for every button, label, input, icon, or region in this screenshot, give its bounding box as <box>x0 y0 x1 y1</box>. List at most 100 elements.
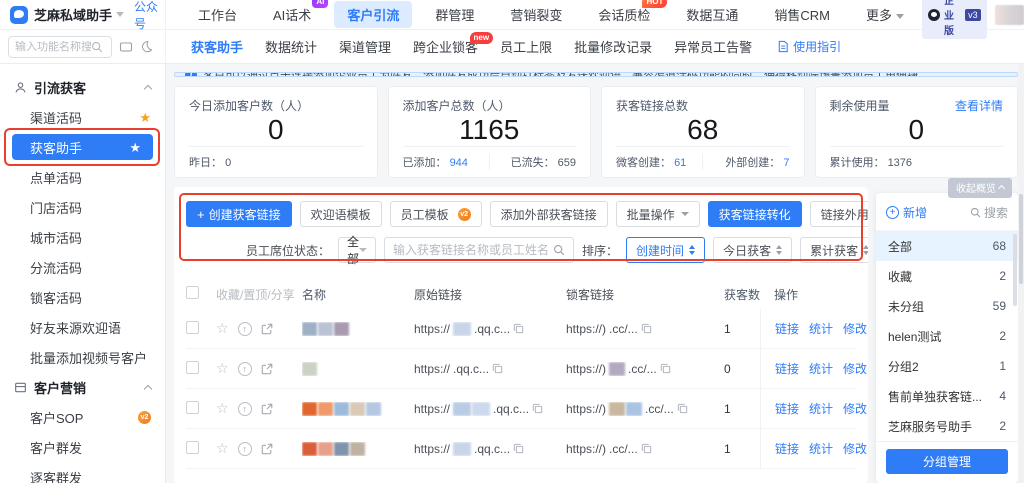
row-checkbox[interactable] <box>186 361 199 374</box>
group-scrollbar-thumb[interactable] <box>1013 234 1017 306</box>
select-all-checkbox[interactable] <box>186 286 199 299</box>
copy-icon[interactable] <box>513 443 524 454</box>
function-search-input[interactable] <box>15 41 91 53</box>
action-修改[interactable]: 修改 <box>843 440 867 457</box>
action-统计[interactable]: 统计 <box>809 360 833 377</box>
tab-数据统计[interactable]: 数据统计 <box>254 37 328 56</box>
pin-top-icon[interactable]: ↑ <box>238 402 252 416</box>
tab-跨企业锁客[interactable]: 跨企业锁客new <box>402 37 489 56</box>
row-checkbox[interactable] <box>186 321 199 334</box>
tab-批量修改记录[interactable]: 批量修改记录 <box>563 37 663 56</box>
sidebar-item-分流活码[interactable]: 分流活码 <box>0 252 165 282</box>
group-item-分组2[interactable]: 分组21 <box>876 351 1018 381</box>
toolbar-button-获客链接转化[interactable]: 获客链接转化 <box>708 201 802 227</box>
group-manage-button[interactable]: 分组管理 <box>886 449 1008 474</box>
scrollbar-thumb[interactable] <box>1019 194 1023 284</box>
account-type-link[interactable]: 公众号 <box>134 0 165 32</box>
tab-获客助手[interactable]: 获客助手 <box>180 37 254 56</box>
stat-footer-value[interactable]: 944 <box>450 157 468 169</box>
group-item-售前单独获客链...[interactable]: 售前单独获客链...4 <box>876 381 1018 411</box>
seat-status-select[interactable]: 全部 <box>338 237 376 263</box>
sidebar-item-城市活码[interactable]: 城市活码 <box>0 222 165 252</box>
group-item-收藏[interactable]: 收藏2 <box>876 261 1018 291</box>
action-统计[interactable]: 统计 <box>809 400 833 417</box>
star-icon[interactable]: ★ <box>129 141 141 154</box>
copy-icon[interactable] <box>532 403 543 414</box>
nav-item-会话质检[interactable]: 会话质检HOT <box>585 1 663 28</box>
search-icon[interactable] <box>91 41 103 53</box>
view-details-link[interactable]: 查看详情 <box>955 97 1003 114</box>
toolbar-button-创建获客链接[interactable]: +创建获客链接 <box>186 201 292 227</box>
moon-icon[interactable] <box>140 40 153 53</box>
window-scrollbar[interactable] <box>1018 64 1024 483</box>
pin-top-icon[interactable]: ↑ <box>238 362 252 376</box>
action-链接[interactable]: 链接 <box>775 400 799 417</box>
sidebar-item-点单活码[interactable]: 点单活码 <box>0 162 165 192</box>
row-checkbox[interactable] <box>186 401 199 414</box>
user-avatar[interactable] <box>995 5 1024 25</box>
sidebar-item-客户群发[interactable]: 客户群发 <box>0 432 165 462</box>
action-链接[interactable]: 链接 <box>775 320 799 337</box>
sidebar-item-渠道活码[interactable]: 渠道活码★ <box>0 102 165 132</box>
action-链接[interactable]: 链接 <box>775 360 799 377</box>
sidebar-section-客户营销[interactable]: 客户营销 <box>0 372 165 402</box>
stat-footer-value[interactable]: 7 <box>783 157 789 169</box>
tab-员工上限[interactable]: 员工上限 <box>489 37 563 56</box>
group-item-全部[interactable]: 全部68 <box>876 231 1018 261</box>
link-search-input[interactable] <box>393 243 548 257</box>
copy-icon[interactable] <box>641 323 652 334</box>
sort-button-累计获客[interactable]: 累计获客 <box>800 237 868 263</box>
nav-item-营销裂变[interactable]: 营销裂变 <box>497 1 575 28</box>
add-group-button[interactable]: + 新增 <box>886 204 927 221</box>
toolbar-button-员工模板[interactable]: 员工模板v2 <box>390 201 482 227</box>
collapse-overview-button[interactable]: 收起概览 <box>948 178 1012 198</box>
sidebar-item-逐客群发[interactable]: 逐客群发 <box>0 462 165 483</box>
stat-footer-value[interactable]: 61 <box>674 157 686 169</box>
group-item-芝麻服务号助手[interactable]: 芝麻服务号助手2 <box>876 411 1018 441</box>
toolbar-button-链接外用[interactable]: 链接外用v2 <box>810 201 868 227</box>
sidebar-item-门店活码[interactable]: 门店活码 <box>0 192 165 222</box>
nav-item-数据互通[interactable]: 数据互通 <box>673 1 751 28</box>
favorite-star-icon[interactable]: ☆ <box>216 320 229 337</box>
tab-异常员工告警[interactable]: 异常员工告警 <box>663 37 763 56</box>
row-checkbox[interactable] <box>186 441 199 454</box>
action-修改[interactable]: 修改 <box>843 360 867 377</box>
copy-icon[interactable] <box>641 443 652 454</box>
sidebar-item-好友来源欢迎语[interactable]: 好友来源欢迎语 <box>0 312 165 342</box>
share-external-icon[interactable] <box>261 323 273 335</box>
nav-item-工作台[interactable]: 工作台 <box>185 1 250 28</box>
nav-item-客户引流[interactable]: 客户引流 <box>334 1 412 28</box>
share-external-icon[interactable] <box>261 403 273 415</box>
share-external-icon[interactable] <box>261 443 273 455</box>
sort-button-今日获客[interactable]: 今日获客 <box>713 237 792 263</box>
toolbar-button-批量操作[interactable]: 批量操作 <box>616 201 700 227</box>
action-统计[interactable]: 统计 <box>809 440 833 457</box>
share-external-icon[interactable] <box>261 363 273 375</box>
group-item-未分组[interactable]: 未分组59 <box>876 291 1018 321</box>
copy-icon[interactable] <box>677 403 688 414</box>
group-item-helen测试[interactable]: helen测试2 <box>876 321 1018 351</box>
search-icon[interactable] <box>553 244 565 256</box>
nav-item-销售CRM[interactable]: 销售CRM <box>761 1 843 28</box>
nav-item-更多[interactable]: 更多 <box>853 1 917 28</box>
tab-渠道管理[interactable]: 渠道管理 <box>328 37 402 56</box>
copy-icon[interactable] <box>660 363 671 374</box>
toolbar-button-欢迎语模板[interactable]: 欢迎语模板 <box>300 201 382 227</box>
action-修改[interactable]: 修改 <box>843 400 867 417</box>
copy-icon[interactable] <box>492 363 503 374</box>
favorite-star-icon[interactable]: ☆ <box>216 360 229 377</box>
action-修改[interactable]: 修改 <box>843 320 867 337</box>
pin-top-icon[interactable]: ↑ <box>238 442 252 456</box>
sidebar-section-引流获客[interactable]: 引流获客 <box>0 72 165 102</box>
chevron-down-icon[interactable] <box>116 12 124 17</box>
group-search-button[interactable]: 搜索 <box>970 204 1008 221</box>
sidebar-item-锁客活码[interactable]: 锁客活码 <box>0 282 165 312</box>
nav-item-群管理[interactable]: 群管理 <box>422 1 487 28</box>
usage-guide-link[interactable]: 使用指引 <box>777 38 841 55</box>
favorite-star-icon[interactable]: ☆ <box>216 440 229 457</box>
pin-top-icon[interactable]: ↑ <box>238 322 252 336</box>
panel-layout-icon[interactable] <box>119 40 133 54</box>
action-链接[interactable]: 链接 <box>775 440 799 457</box>
sort-button-创建时间[interactable]: 创建时间 <box>626 237 705 263</box>
sidebar-item-批量添加视频号客户[interactable]: 批量添加视频号客户 <box>0 342 165 372</box>
